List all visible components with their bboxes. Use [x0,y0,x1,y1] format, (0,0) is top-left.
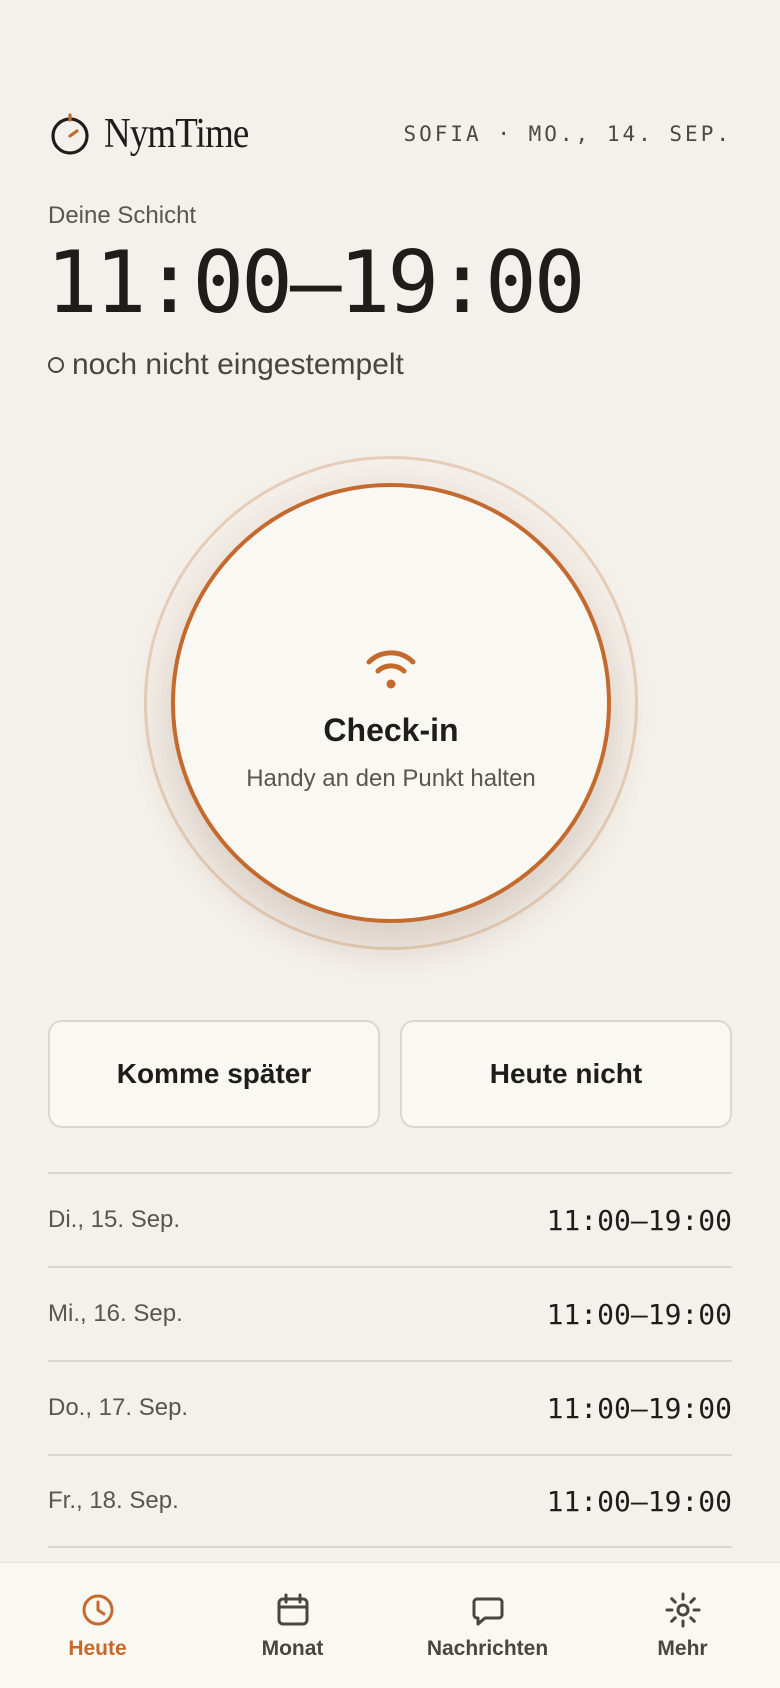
shift-time: 11:00–19:00 [46,233,586,333]
day-date: Di., 15. Sep. [48,1206,181,1233]
day-time: 11:00–19:00 [546,1297,732,1331]
nav-label: Nachrichten [426,1636,549,1660]
brand: NymTime [48,112,268,156]
app-header: NymTime SOFIA · MO., 14. SEP. [48,108,732,160]
stopwatch-logo-icon [48,112,92,156]
app-name: NymTime [104,111,249,157]
checkin-button[interactable]: Check-in Handy an den Punkt halten [171,483,611,923]
late-button[interactable]: Komme später [48,1020,380,1128]
nav-item-monat[interactable]: Monat [195,1563,390,1688]
nav-item-heute[interactable]: Heute [0,1563,195,1688]
day-date: Mi., 16. Sep. [48,1300,183,1327]
upcoming-shifts-list: Di., 15. Sep. 11:00–19:00 Mi., 16. Sep. … [48,1172,732,1548]
not-today-button[interactable]: Heute nicht [400,1020,732,1128]
action-buttons: Komme später Heute nicht [48,1020,732,1128]
nav-label: Monat [261,1636,324,1660]
chat-icon [472,1597,503,1625]
day-time: 11:00–19:00 [546,1391,732,1425]
gear-icon [665,1592,700,1627]
shift-label: Deine Schicht [48,202,197,229]
nfc-signal-icon [366,649,416,688]
day-time: 11:00–19:00 [546,1484,732,1518]
checkin-title: Check-in [323,711,459,748]
nav-item-nachrichten[interactable]: Nachrichten [390,1563,585,1688]
day-time: 11:00–19:00 [546,1203,732,1237]
clock-icon [82,1594,113,1625]
calendar-icon [277,1593,308,1625]
nav-label: Mehr [657,1636,708,1660]
list-item: Mi., 16. Sep. 11:00–19:00 [48,1266,732,1360]
nav-label: Heute [68,1636,127,1660]
list-item: Fr., 18. Sep. 11:00–19:00 [48,1454,732,1548]
day-date: Do., 17. Sep. [48,1394,189,1421]
checkin-subtitle: Handy an den Punkt halten [246,764,536,792]
list-item: Di., 15. Sep. 11:00–19:00 [48,1172,732,1266]
location-date: SOFIA · MO., 14. SEP. [403,122,732,146]
shift-status-text: noch nicht eingestempelt [72,348,404,381]
shift-status: noch nicht eingestempelt [48,348,404,382]
bottom-nav: Heute Monat Nachrichten Mehr [0,1562,780,1688]
today-screen: NymTime SOFIA · MO., 14. SEP. Deine Schi… [0,0,780,1688]
list-item: Do., 17. Sep. 11:00–19:00 [48,1360,732,1454]
status-circle-icon [48,357,64,373]
day-date: Fr., 18. Sep. [48,1487,179,1514]
nav-item-mehr[interactable]: Mehr [585,1563,780,1688]
checkin-area: Check-in Handy an den Punkt halten [120,440,660,980]
